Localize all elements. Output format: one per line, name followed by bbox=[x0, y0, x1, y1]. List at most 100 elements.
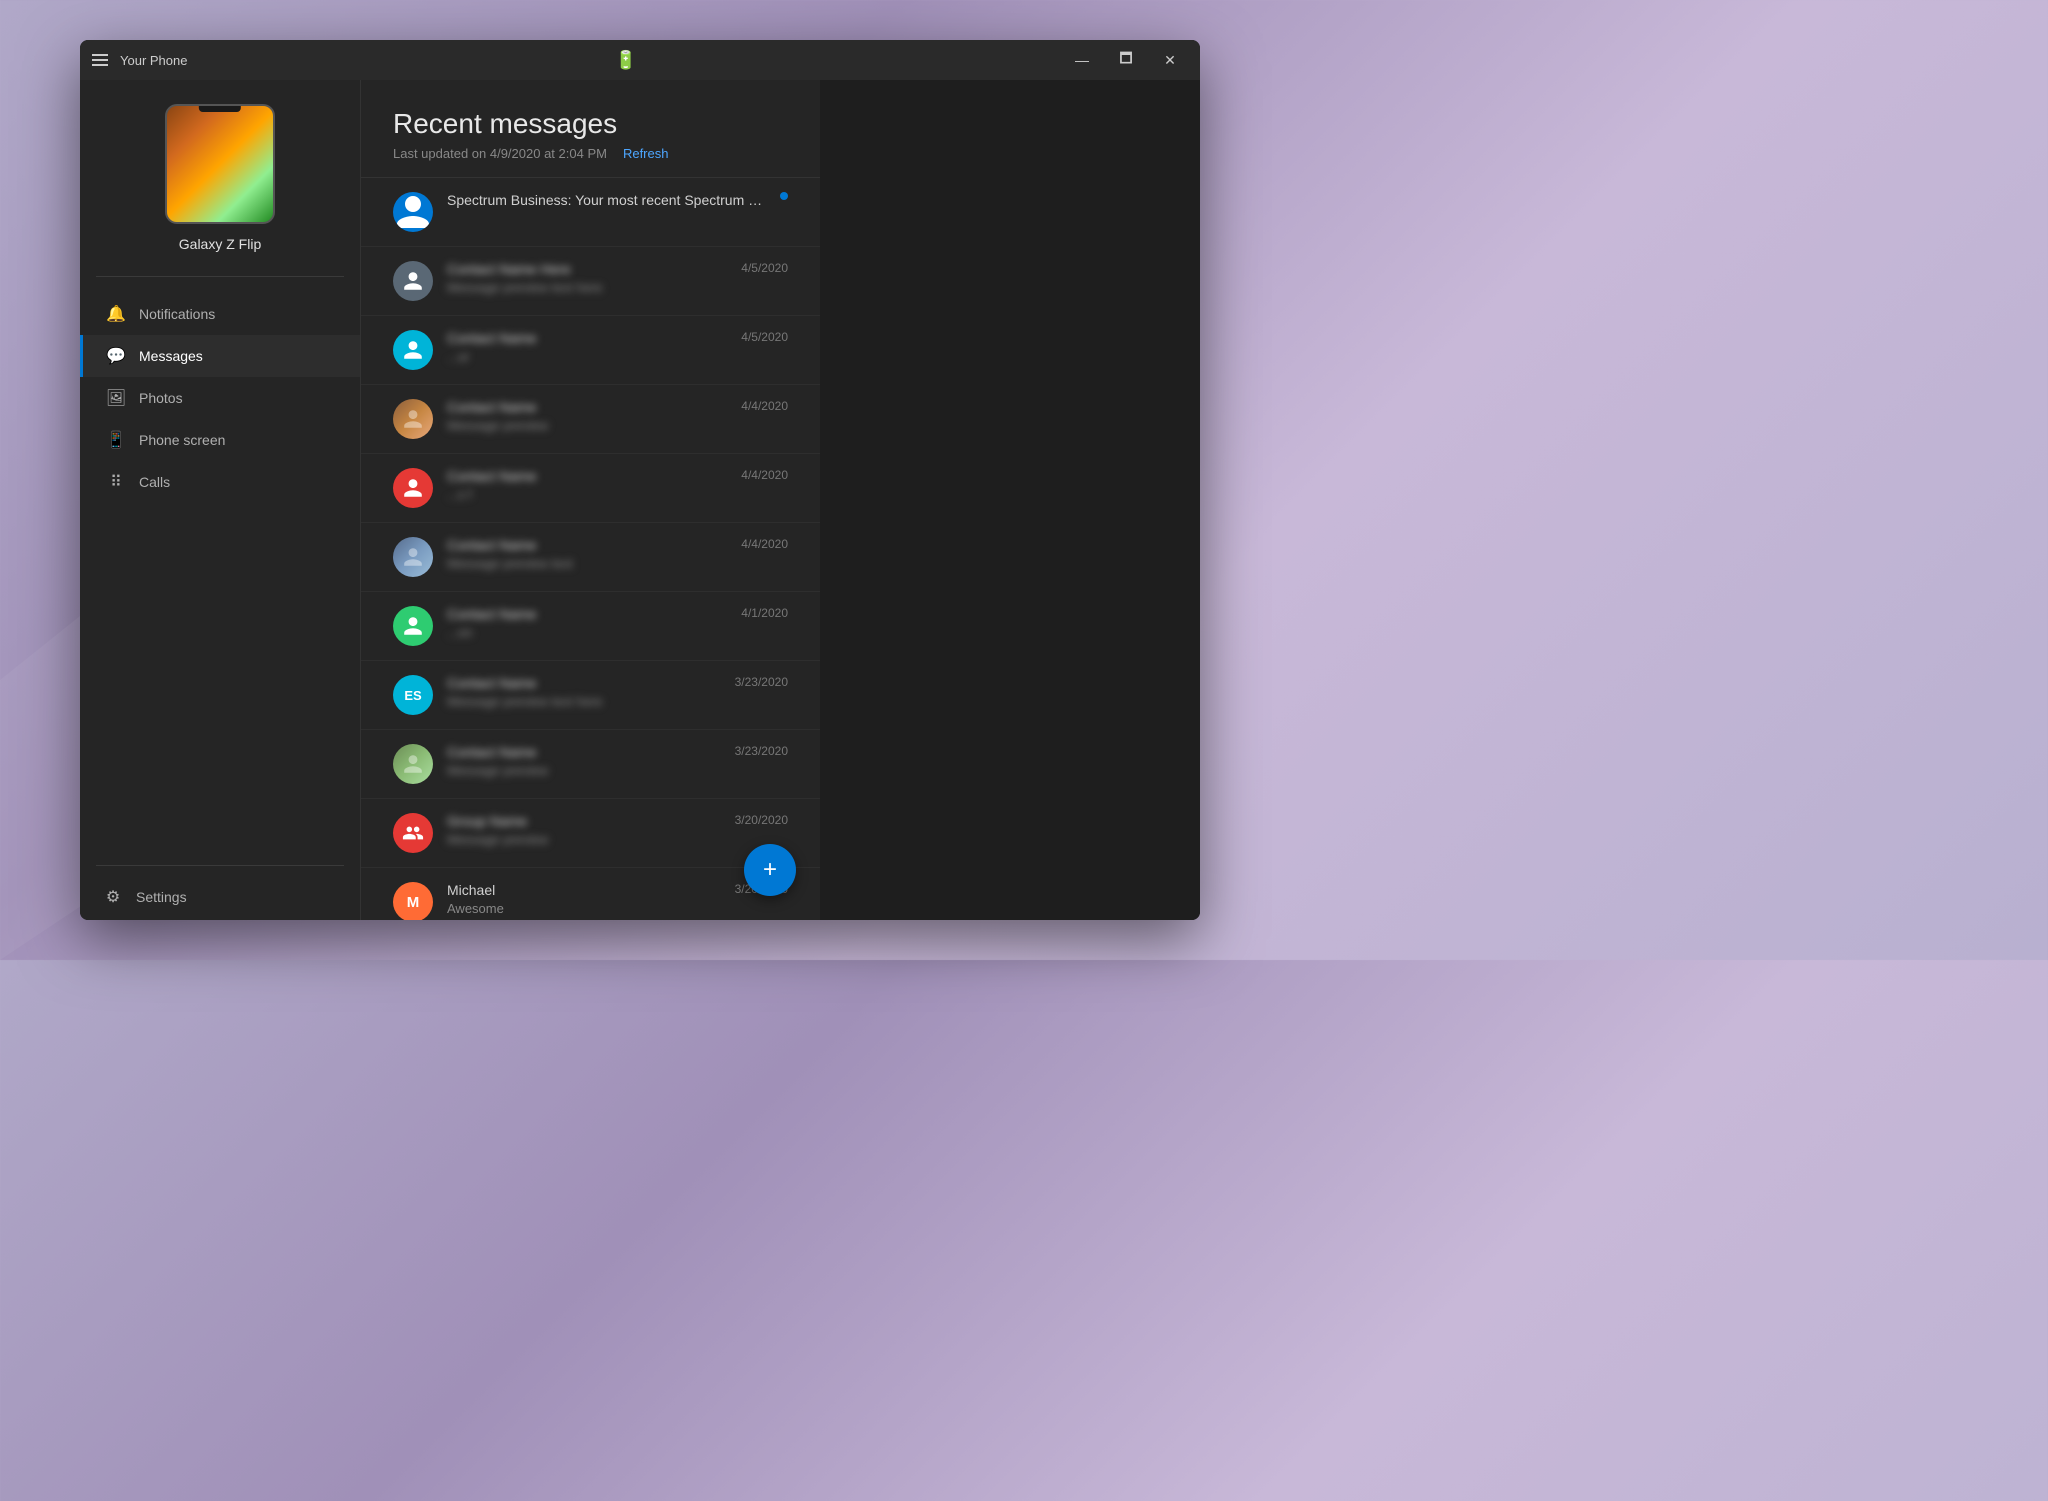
message-sender: Contact Name bbox=[447, 330, 727, 346]
last-updated-text: Last updated on 4/9/2020 at 2:04 PM bbox=[393, 146, 607, 161]
phone-icon: 📱 bbox=[107, 431, 125, 449]
message-meta: 4/1/2020 bbox=[741, 606, 788, 620]
photo-icon: 🖼 bbox=[107, 389, 125, 407]
message-body: Michael Awesome bbox=[447, 882, 721, 916]
message-body: Contact Name Message preview bbox=[447, 399, 727, 433]
messages-list[interactable]: Spectrum Business: Your most recent Spec… bbox=[361, 177, 820, 920]
maximize-button[interactable]: 🗖 bbox=[1108, 46, 1144, 74]
sidebar-divider-top bbox=[96, 276, 344, 277]
main-content: Galaxy Z Flip 🔔 Notifications 💬 Messages… bbox=[80, 80, 1200, 920]
message-item[interactable]: Contact Name ...ur 4/5/2020 bbox=[361, 316, 820, 385]
message-item[interactable]: ES Contact Name Message preview text her… bbox=[361, 661, 820, 730]
message-date: 3/23/2020 bbox=[735, 744, 788, 758]
message-body: Group Name Message preview bbox=[447, 813, 721, 847]
title-bar-left: Your Phone bbox=[92, 53, 187, 68]
avatar: M bbox=[393, 882, 433, 920]
message-date: 4/1/2020 bbox=[741, 606, 788, 620]
message-item[interactable]: Contact Name ...s f 4/4/2020 bbox=[361, 454, 820, 523]
settings-label: Settings bbox=[136, 889, 187, 905]
message-date: 4/4/2020 bbox=[741, 399, 788, 413]
sidebar-item-photos[interactable]: 🖼 Photos bbox=[80, 377, 360, 419]
message-sender: Contact Name bbox=[447, 468, 727, 484]
avatar bbox=[393, 744, 433, 784]
message-item[interactable]: Contact Name Message preview 3/23/2020 bbox=[361, 730, 820, 799]
message-sender: Michael bbox=[447, 882, 721, 898]
message-preview: ...s f bbox=[447, 487, 727, 502]
device-name: Galaxy Z Flip bbox=[179, 236, 261, 252]
message-body: Contact Name ...s f bbox=[447, 468, 727, 502]
sidebar-item-messages[interactable]: 💬 Messages bbox=[80, 335, 360, 377]
sidebar-item-settings[interactable]: ⚙ Settings bbox=[80, 874, 360, 920]
message-sender: Group Name bbox=[447, 813, 721, 829]
close-button[interactable]: ✕ bbox=[1152, 46, 1188, 74]
message-date: 3/23/2020 bbox=[735, 675, 788, 689]
refresh-button[interactable]: Refresh bbox=[623, 146, 669, 161]
nav-label-calls: Calls bbox=[139, 474, 170, 490]
message-date: 4/5/2020 bbox=[741, 330, 788, 344]
message-preview: Message preview bbox=[447, 832, 721, 847]
message-body: Contact Name Message preview bbox=[447, 744, 721, 778]
message-meta: 4/5/2020 bbox=[741, 330, 788, 344]
message-date: 4/5/2020 bbox=[741, 261, 788, 275]
avatar bbox=[393, 261, 433, 301]
message-sender: Contact Name bbox=[447, 606, 727, 622]
message-sender: Contact Name Here bbox=[447, 261, 727, 277]
right-panel bbox=[820, 80, 1200, 920]
message-item[interactable]: Contact Name Message preview text 4/4/20… bbox=[361, 523, 820, 592]
message-sender: Contact Name bbox=[447, 675, 721, 691]
bell-icon: 🔔 bbox=[107, 305, 125, 323]
minimize-button[interactable]: — bbox=[1064, 46, 1100, 74]
message-body: Contact Name Message preview text here bbox=[447, 675, 721, 709]
messages-subtitle: Last updated on 4/9/2020 at 2:04 PM Refr… bbox=[393, 146, 788, 161]
message-item[interactable]: Contact Name ...on 4/1/2020 bbox=[361, 592, 820, 661]
message-meta: 3/23/2020 bbox=[735, 675, 788, 689]
message-preview: Awesome bbox=[447, 901, 721, 916]
message-sender: Contact Name bbox=[447, 537, 727, 553]
avatar: ES bbox=[393, 675, 433, 715]
message-meta bbox=[780, 192, 788, 200]
sidebar-item-phone-screen[interactable]: 📱 Phone screen bbox=[80, 419, 360, 461]
message-meta: 4/4/2020 bbox=[741, 537, 788, 551]
nav-label-phone-screen: Phone screen bbox=[139, 432, 225, 448]
message-sender: Contact Name bbox=[447, 744, 721, 760]
avatar bbox=[393, 399, 433, 439]
message-preview: Message preview bbox=[447, 763, 721, 778]
phone-image bbox=[165, 104, 275, 224]
message-preview: Message preview bbox=[447, 418, 727, 433]
app-title: Your Phone bbox=[120, 53, 187, 68]
hamburger-menu-icon[interactable] bbox=[92, 54, 108, 66]
device-section: Galaxy Z Flip bbox=[80, 80, 360, 268]
message-sender: Contact Name bbox=[447, 399, 727, 415]
messages-panel: Recent messages Last updated on 4/9/2020… bbox=[360, 80, 820, 920]
message-preview: ...ur bbox=[447, 349, 727, 364]
messages-title: Recent messages bbox=[393, 108, 788, 140]
avatar bbox=[393, 330, 433, 370]
message-meta: 3/23/2020 bbox=[735, 744, 788, 758]
nav-label-photos: Photos bbox=[139, 390, 183, 406]
app-window: Your Phone 🔋 — 🗖 ✕ Galaxy Z Flip 🔔 Notif… bbox=[80, 40, 1200, 920]
message-meta: 4/5/2020 bbox=[741, 261, 788, 275]
message-body: Spectrum Business: Your most recent Spec… bbox=[447, 192, 766, 211]
avatar bbox=[393, 606, 433, 646]
nav-label-messages: Messages bbox=[139, 348, 203, 364]
avatar bbox=[393, 468, 433, 508]
avatar bbox=[393, 192, 433, 232]
avatar bbox=[393, 813, 433, 853]
messages-header: Recent messages Last updated on 4/9/2020… bbox=[361, 80, 820, 177]
message-preview: Message preview text here bbox=[447, 694, 721, 709]
message-body: Contact Name ...ur bbox=[447, 330, 727, 364]
message-meta: 4/4/2020 bbox=[741, 468, 788, 482]
message-date: 3/20/2020 bbox=[735, 813, 788, 827]
message-item[interactable]: Contact Name Message preview 4/4/2020 bbox=[361, 385, 820, 454]
message-item[interactable]: Spectrum Business: Your most recent Spec… bbox=[361, 178, 820, 247]
sidebar: Galaxy Z Flip 🔔 Notifications 💬 Messages… bbox=[80, 80, 360, 920]
compose-button[interactable]: + bbox=[744, 844, 796, 896]
message-item[interactable]: Contact Name Here Message preview text h… bbox=[361, 247, 820, 316]
sidebar-item-calls[interactable]: ⠿ Calls bbox=[80, 461, 360, 503]
sidebar-item-notifications[interactable]: 🔔 Notifications bbox=[80, 293, 360, 335]
chat-icon: 💬 bbox=[107, 347, 125, 365]
avatar bbox=[393, 537, 433, 577]
title-bar: Your Phone 🔋 — 🗖 ✕ bbox=[80, 40, 1200, 80]
nav-items: 🔔 Notifications 💬 Messages 🖼 Photos 📱 Ph… bbox=[80, 285, 360, 857]
message-preview: ...on bbox=[447, 625, 727, 640]
